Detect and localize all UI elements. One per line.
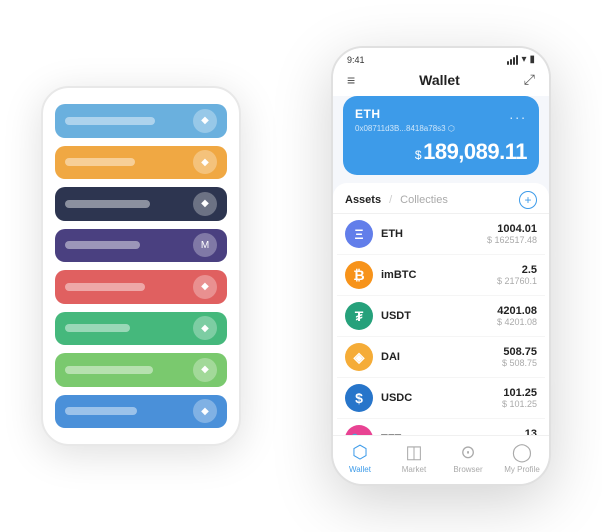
card-item-card-blue-light[interactable]: ◆: [55, 104, 227, 138]
card-text-bar: [65, 117, 155, 125]
asset-icon-usdc: $: [345, 384, 373, 412]
status-icons: ▾ ▮: [507, 54, 535, 65]
asset-usd-usdt: $ 4201.08: [497, 317, 537, 327]
card-text-bar: [65, 324, 130, 332]
asset-balance-eth: 1004.01: [487, 223, 537, 235]
add-asset-button[interactable]: +: [519, 191, 537, 209]
tab-assets[interactable]: Assets: [345, 194, 381, 206]
card-icon: ◆: [193, 275, 217, 299]
asset-row-usdc[interactable]: $ USDC101.25$ 101.25: [337, 378, 545, 419]
battery-icon: ▮: [529, 54, 535, 65]
front-phone: 9:41 ▾ ▮ ≡ Wallet ⤢ ETH ... 0x08711d3B..…: [331, 46, 551, 486]
asset-name-usdc: USDC: [381, 392, 502, 404]
asset-icon-imbtc: ₿: [345, 261, 373, 289]
asset-list: Ξ ETH1004.01$ 162517.48 ₿ imBTC2.5$ 21760.1…: [333, 214, 549, 435]
card-icon: ◆: [193, 316, 217, 340]
card-text-bar: [65, 158, 135, 166]
card-item-card-blue[interactable]: ◆: [55, 395, 227, 429]
nav-icon-wallet: ⬡: [352, 442, 368, 463]
eth-card-top: ETH ...: [355, 106, 527, 122]
nav-item-market[interactable]: ◫ Market: [387, 442, 441, 474]
card-item-card-orange[interactable]: ◆: [55, 146, 227, 180]
asset-row-imbtc[interactable]: ₿ imBTC2.5$ 21760.1: [337, 255, 545, 296]
eth-balance: $189,089.11: [355, 139, 527, 165]
card-icon: M: [193, 233, 217, 257]
header-title: Wallet: [419, 72, 460, 88]
nav-item-browser[interactable]: ⊙ Browser: [441, 442, 495, 474]
asset-usd-usdc: $ 101.25: [502, 399, 537, 409]
asset-icon-tft: 🐦: [345, 425, 373, 435]
asset-amounts-usdt: 4201.08$ 4201.08: [497, 305, 537, 327]
card-item-card-red[interactable]: ◆: [55, 270, 227, 304]
asset-name-usdt: USDT: [381, 310, 497, 322]
nav-icon-market: ◫: [405, 442, 422, 463]
wifi-icon: ▾: [521, 54, 526, 65]
phone-header: ≡ Wallet ⤢: [333, 67, 549, 96]
asset-row-dai[interactable]: ◈ DAI508.75$ 508.75: [337, 337, 545, 378]
signal-icon: [507, 55, 518, 65]
nav-item-my-profile[interactable]: ◯ My Profile: [495, 442, 549, 474]
card-icon: ◆: [193, 150, 217, 174]
card-text-bar: [65, 241, 140, 249]
card-icon: ◆: [193, 192, 217, 216]
asset-icon-usdt: ₮: [345, 302, 373, 330]
asset-amounts-tft: 130: [525, 428, 537, 435]
eth-menu-dots[interactable]: ...: [509, 106, 527, 122]
asset-usd-imbtc: $ 21760.1: [497, 276, 537, 286]
nav-label-browser: Browser: [453, 465, 482, 474]
asset-icon-eth: Ξ: [345, 220, 373, 248]
menu-icon[interactable]: ≡: [347, 72, 355, 88]
card-text-bar: [65, 407, 137, 415]
nav-icon-browser: ⊙: [460, 442, 475, 463]
nav-item-wallet[interactable]: ⬡ Wallet: [333, 442, 387, 474]
asset-amounts-imbtc: 2.5$ 21760.1: [497, 264, 537, 286]
back-phone: ◆ ◆ ◆ M ◆ ◆ ◆ ◆: [41, 86, 241, 446]
asset-usd-dai: $ 508.75: [502, 358, 537, 368]
status-bar: 9:41 ▾ ▮: [333, 48, 549, 67]
assets-header: Assets / Collecties +: [333, 183, 549, 214]
scene: ◆ ◆ ◆ M ◆ ◆ ◆ ◆ 9:41 ▾ ▮ ≡ Wallet ⤢ ETH ...: [21, 16, 581, 516]
asset-name-dai: DAI: [381, 351, 502, 363]
card-icon: ◆: [193, 358, 217, 382]
card-text-bar: [65, 200, 150, 208]
nav-label-market: Market: [402, 465, 426, 474]
bottom-nav: ⬡ Wallet ◫ Market ⊙ Browser ◯ My Profile: [333, 435, 549, 484]
eth-card[interactable]: ETH ... 0x08711d3B...8418a78s3 ⬡ $189,08…: [343, 96, 539, 175]
assets-tabs: Assets / Collecties: [345, 194, 448, 206]
expand-icon[interactable]: ⤢: [524, 71, 535, 88]
asset-balance-usdc: 101.25: [502, 387, 537, 399]
card-item-card-purple[interactable]: M: [55, 229, 227, 263]
asset-balance-usdt: 4201.08: [497, 305, 537, 317]
asset-balance-tft: 13: [525, 428, 537, 435]
asset-amounts-eth: 1004.01$ 162517.48: [487, 223, 537, 245]
eth-symbol: ETH: [355, 107, 381, 121]
asset-amounts-dai: 508.75$ 508.75: [502, 346, 537, 368]
card-item-card-light-green[interactable]: ◆: [55, 353, 227, 387]
asset-icon-dai: ◈: [345, 343, 373, 371]
asset-amounts-usdc: 101.25$ 101.25: [502, 387, 537, 409]
card-text-bar: [65, 366, 153, 374]
nav-icon-my-profile: ◯: [512, 442, 532, 463]
card-item-card-green[interactable]: ◆: [55, 312, 227, 346]
tab-slash: /: [389, 194, 392, 206]
status-time: 9:41: [347, 55, 365, 65]
asset-row-usdt[interactable]: ₮ USDT4201.08$ 4201.08: [337, 296, 545, 337]
card-icon: ◆: [193, 109, 217, 133]
nav-label-my-profile: My Profile: [504, 465, 540, 474]
asset-row-tft[interactable]: 🐦TFT130: [337, 419, 545, 435]
tab-collecties[interactable]: Collecties: [400, 194, 448, 206]
asset-balance-dai: 508.75: [502, 346, 537, 358]
asset-name-eth: ETH: [381, 228, 487, 240]
card-item-card-dark[interactable]: ◆: [55, 187, 227, 221]
asset-usd-eth: $ 162517.48: [487, 235, 537, 245]
asset-balance-imbtc: 2.5: [497, 264, 537, 276]
asset-name-imbtc: imBTC: [381, 269, 497, 281]
card-text-bar: [65, 283, 145, 291]
assets-section: Assets / Collecties + Ξ ETH1004.01$ 16251…: [333, 183, 549, 435]
card-icon: ◆: [193, 399, 217, 423]
nav-label-wallet: Wallet: [349, 465, 371, 474]
eth-address: 0x08711d3B...8418a78s3 ⬡: [355, 124, 527, 133]
asset-row-eth[interactable]: Ξ ETH1004.01$ 162517.48: [337, 214, 545, 255]
